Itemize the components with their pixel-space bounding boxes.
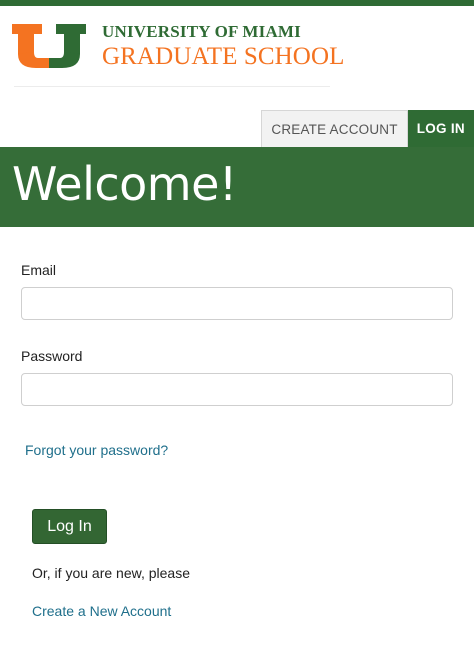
account-tabs: CREATE ACCOUNT LOG IN — [261, 110, 474, 147]
top-accent-bar — [0, 0, 474, 6]
u-logo-icon — [12, 24, 86, 68]
email-field[interactable] — [21, 287, 453, 320]
tab-log-in[interactable]: LOG IN — [407, 110, 474, 147]
university-logo[interactable]: UNIVERSITY OF MIAMI GRADUATE SCHOOL — [12, 22, 344, 70]
log-in-button[interactable]: Log In — [32, 509, 107, 544]
email-label: Email — [21, 262, 57, 278]
logo-school-text: GRADUATE SCHOOL — [102, 43, 345, 70]
password-field[interactable] — [21, 373, 453, 406]
header-divider — [14, 86, 330, 87]
welcome-banner: Welcome! — [0, 147, 474, 227]
create-account-link[interactable]: Create a New Account — [32, 603, 171, 619]
logo-university-text: UNIVERSITY OF MIAMI — [102, 22, 301, 41]
new-user-text: Or, if you are new, please — [32, 565, 190, 581]
page-title: Welcome! — [12, 157, 237, 211]
forgot-password-link[interactable]: Forgot your password? — [25, 442, 168, 458]
tab-create-account[interactable]: CREATE ACCOUNT — [261, 110, 408, 147]
password-label: Password — [21, 348, 83, 364]
